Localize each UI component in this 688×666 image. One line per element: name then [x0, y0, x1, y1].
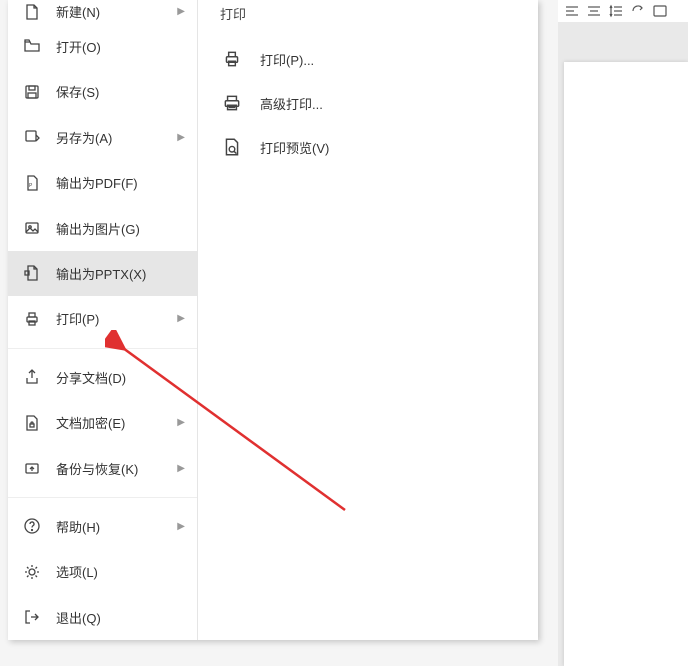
chevron-right-icon: ▶	[177, 132, 185, 143]
backup-icon	[22, 458, 42, 478]
menu-item-encrypt[interactable]: 文档加密(E) ▶	[8, 400, 197, 445]
menu-label: 保存(S)	[56, 82, 185, 101]
folder-open-icon	[22, 36, 42, 56]
menu-separator	[8, 348, 197, 349]
submenu-label: 打印(P)...	[260, 50, 314, 69]
new-file-icon	[22, 2, 42, 22]
submenu-label: 高级打印...	[260, 94, 323, 113]
export-pptx-icon	[22, 263, 42, 283]
export-image-icon	[22, 218, 42, 238]
menu-label: 另存为(A)	[56, 128, 173, 147]
help-icon	[22, 516, 42, 536]
chevron-right-icon: ▶	[177, 313, 185, 324]
submenu-title: 打印	[214, 0, 522, 37]
menu-item-open[interactable]: 打开(O)	[8, 24, 197, 69]
menu-label: 帮助(H)	[56, 517, 173, 536]
chevron-right-icon: ▶	[177, 6, 185, 17]
svg-text:P: P	[29, 183, 33, 189]
submenu-item-print-preview[interactable]: 打印预览(V)	[214, 125, 522, 169]
menu-item-new[interactable]: 新建(N) ▶	[8, 0, 197, 24]
document-background	[558, 22, 688, 666]
menu-label: 文档加密(E)	[56, 413, 173, 432]
menu-label: 输出为PDF(F)	[56, 173, 185, 192]
menu-item-help[interactable]: 帮助(H) ▶	[8, 504, 197, 549]
chevron-right-icon: ▶	[177, 521, 185, 532]
save-icon	[22, 82, 42, 102]
exit-icon	[22, 607, 42, 627]
chevron-right-icon: ▶	[177, 463, 185, 474]
file-menu: 新建(N) ▶ 打开(O) 保存(S) 另存为(A) ▶ P	[8, 0, 538, 640]
line-spacing-icon[interactable]	[608, 3, 624, 19]
menu-item-export-pptx[interactable]: 输出为PPTX(X)	[8, 251, 197, 296]
menu-label: 打开(O)	[56, 37, 185, 56]
advanced-print-icon	[222, 93, 242, 113]
chevron-right-icon: ▶	[177, 417, 185, 428]
print-icon	[22, 309, 42, 329]
menu-label: 选项(L)	[56, 562, 185, 581]
menu-item-save-as[interactable]: 另存为(A) ▶	[8, 115, 197, 160]
share-icon	[22, 367, 42, 387]
redo-icon[interactable]	[630, 3, 646, 19]
menu-label: 打印(P)	[56, 309, 173, 328]
print-submenu: 打印 打印(P)... 高级打印... 打印预览(V)	[198, 0, 538, 640]
menu-item-options[interactable]: 选项(L)	[8, 549, 197, 594]
menu-label: 分享文档(D)	[56, 368, 185, 387]
lock-icon	[22, 413, 42, 433]
gear-icon	[22, 562, 42, 582]
menu-item-share[interactable]: 分享文档(D)	[8, 355, 197, 400]
submenu-label: 打印预览(V)	[260, 138, 329, 157]
print-icon	[222, 49, 242, 69]
export-pdf-icon: P	[22, 173, 42, 193]
align-center-icon[interactable]	[586, 3, 602, 19]
menu-label: 输出为图片(G)	[56, 219, 185, 238]
print-preview-icon	[222, 137, 242, 157]
more-icon[interactable]	[652, 3, 668, 19]
menu-label: 新建(N)	[56, 2, 173, 21]
submenu-item-print[interactable]: 打印(P)...	[214, 37, 522, 81]
submenu-item-advanced-print[interactable]: 高级打印...	[214, 81, 522, 125]
menu-label: 退出(Q)	[56, 608, 185, 627]
menu-item-save[interactable]: 保存(S)	[8, 69, 197, 114]
toolbar-strip	[558, 0, 688, 22]
save-as-icon	[22, 127, 42, 147]
menu-item-export-pdf[interactable]: P 输出为PDF(F)	[8, 160, 197, 205]
menu-item-exit[interactable]: 退出(Q)	[8, 595, 197, 640]
menu-item-backup[interactable]: 备份与恢复(K) ▶	[8, 445, 197, 490]
menu-separator	[8, 497, 197, 498]
align-left-icon[interactable]	[564, 3, 580, 19]
menu-label: 备份与恢复(K)	[56, 459, 173, 478]
menu-item-export-image[interactable]: 输出为图片(G)	[8, 205, 197, 250]
menu-item-print[interactable]: 打印(P) ▶	[8, 296, 197, 341]
menu-label: 输出为PPTX(X)	[56, 264, 185, 283]
document-page	[564, 62, 688, 666]
file-menu-left: 新建(N) ▶ 打开(O) 保存(S) 另存为(A) ▶ P	[8, 0, 198, 640]
